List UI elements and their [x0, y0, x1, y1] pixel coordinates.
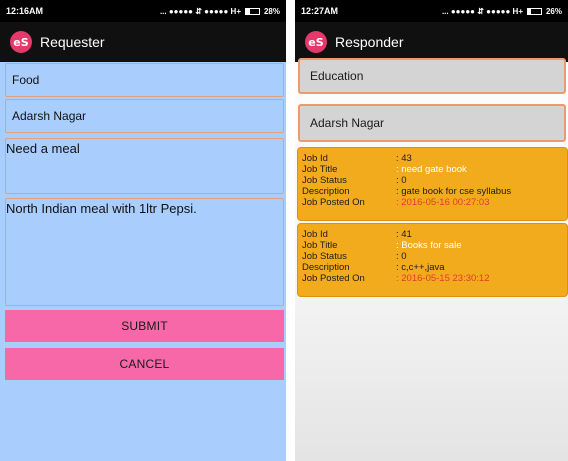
- job-id-row: Job Id : 41: [302, 229, 567, 240]
- location-field[interactable]: Adarsh Nagar: [5, 99, 284, 133]
- category-value: Food: [12, 73, 40, 87]
- job-title-value: : need gate book: [396, 164, 467, 175]
- job-card[interactable]: Job Id : 41 Job Title : Books for sale J…: [297, 223, 568, 297]
- status-indicators: ... ●●●●● ⇵ ●●●●● H+ 26%: [442, 7, 562, 16]
- job-id-value: : 41: [396, 229, 412, 240]
- location-value: Adarsh Nagar: [12, 109, 87, 123]
- status-time: 12:16AM: [6, 6, 44, 16]
- title-value: Need a meal: [6, 141, 80, 156]
- location-selector[interactable]: Adarsh Nagar: [298, 104, 566, 142]
- job-title-row: Job Title : Books for sale: [302, 240, 567, 251]
- job-title-label: Job Title: [302, 240, 338, 251]
- job-id-value: : 43: [396, 153, 412, 164]
- job-description-row: Description : gate book for cse syllabus: [302, 186, 567, 197]
- job-status-value: : 0: [396, 175, 407, 186]
- job-card[interactable]: Job Id : 43 Job Title : need gate book J…: [297, 147, 568, 221]
- job-posted-label: Job Posted On: [302, 197, 365, 208]
- battery-icon: [244, 7, 260, 15]
- job-status-label: Job Status: [302, 175, 347, 186]
- battery-fill: [527, 8, 532, 14]
- app-bar: eS Requester: [0, 22, 286, 62]
- description-input[interactable]: North Indian meal with 1ltr Pepsi.: [5, 198, 284, 306]
- job-description-label: Description: [302, 186, 350, 197]
- job-status-label: Job Status: [302, 251, 347, 262]
- job-posted-value: : 2016-05-16 00:27:03: [396, 197, 490, 208]
- battery-icon: [526, 7, 542, 15]
- job-posted-value: : 2016-05-15 23:30:12: [396, 273, 490, 284]
- location-value: Adarsh Nagar: [310, 116, 385, 130]
- status-indicators: ... ●●●●● ⇵ ●●●●● H+ 28%: [160, 7, 280, 16]
- es-logo-icon: eS: [305, 31, 327, 53]
- title-input[interactable]: Need a meal: [5, 138, 284, 194]
- job-description-value: : gate book for cse syllabus: [396, 186, 512, 197]
- category-selector[interactable]: Education: [298, 58, 566, 94]
- category-value: Education: [310, 69, 364, 83]
- job-title-value: : Books for sale: [396, 240, 462, 251]
- app-title: Responder: [335, 34, 404, 50]
- signal-icon: ... ●●●●● ⇵ ●●●●● H+: [159, 6, 241, 16]
- job-description-value: : c,c++,java: [396, 262, 445, 273]
- job-status-row: Job Status : 0: [302, 251, 567, 262]
- job-id-row: Job Id : 43: [302, 153, 567, 164]
- battery-percent: 26%: [545, 6, 562, 16]
- responder-screen: 12:27AM ... ●●●●● ⇵ ●●●●● H+ 26% eS Resp…: [295, 0, 568, 461]
- job-description-row: Description : c,c++,java: [302, 262, 567, 273]
- cancel-button[interactable]: CANCEL: [5, 348, 284, 380]
- es-logo-icon: eS: [10, 31, 32, 53]
- job-status-row: Job Status : 0: [302, 175, 567, 186]
- job-posted-label: Job Posted On: [302, 273, 365, 284]
- job-id-label: Job Id: [302, 153, 328, 164]
- requester-screen: 12:16AM ... ●●●●● ⇵ ●●●●● H+ 28% eS Requ…: [0, 0, 286, 461]
- battery-percent: 28%: [263, 6, 280, 16]
- status-bar: 12:16AM ... ●●●●● ⇵ ●●●●● H+ 28%: [0, 0, 286, 22]
- job-posted-row: Job Posted On : 2016-05-16 00:27:03: [302, 197, 567, 208]
- job-posted-row: Job Posted On : 2016-05-15 23:30:12: [302, 273, 567, 284]
- job-description-label: Description: [302, 262, 350, 273]
- app-title: Requester: [40, 34, 105, 50]
- signal-icon: ... ●●●●● ⇵ ●●●●● H+: [441, 6, 523, 16]
- job-title-row: Job Title : need gate book: [302, 164, 567, 175]
- battery-fill: [245, 8, 250, 14]
- category-field[interactable]: Food: [5, 63, 284, 97]
- status-bar: 12:27AM ... ●●●●● ⇵ ●●●●● H+ 26%: [295, 0, 568, 22]
- description-value: North Indian meal with 1ltr Pepsi.: [6, 201, 197, 216]
- job-status-value: : 0: [396, 251, 407, 262]
- job-id-label: Job Id: [302, 229, 328, 240]
- app-bar: eS Responder: [295, 22, 568, 62]
- status-time: 12:27AM: [301, 6, 339, 16]
- job-title-label: Job Title: [302, 164, 338, 175]
- submit-button[interactable]: SUBMIT: [5, 310, 284, 342]
